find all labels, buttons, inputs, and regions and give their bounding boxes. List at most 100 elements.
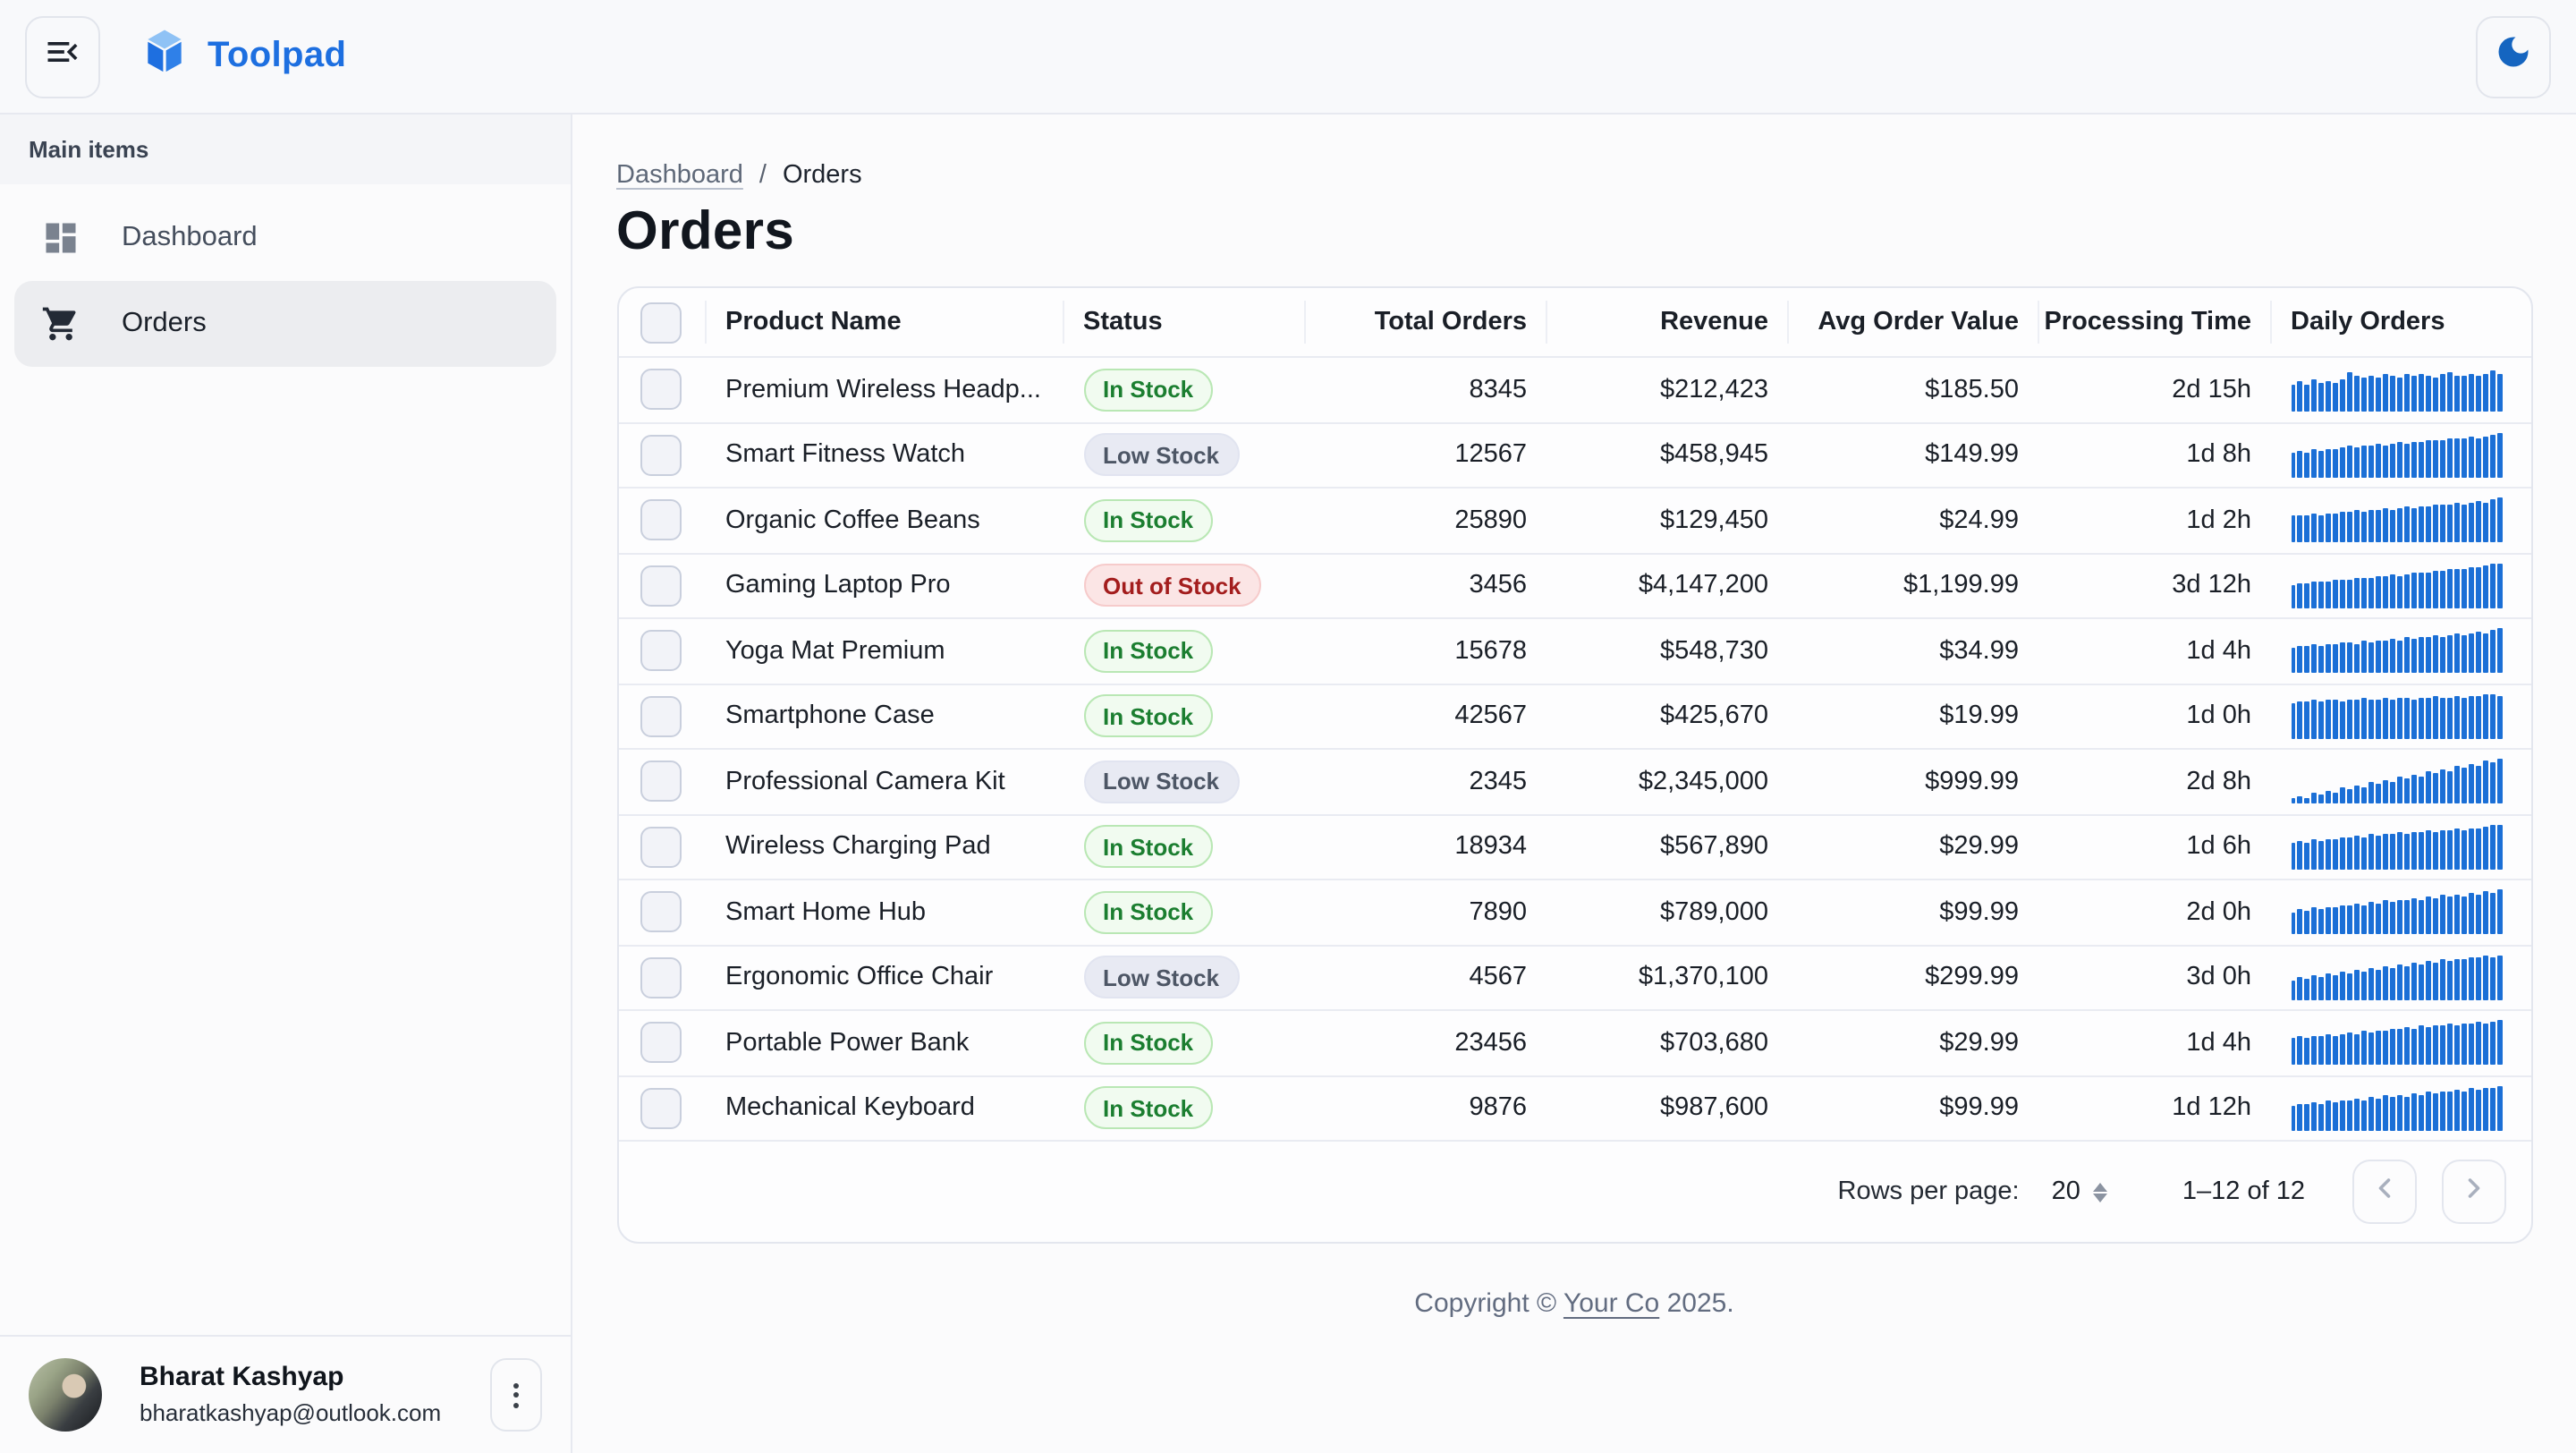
revenue-cell: $212,423 [1545, 376, 1786, 404]
sparkline-bar [2469, 957, 2473, 1000]
sparkline-bar [2319, 582, 2324, 608]
row-checkbox[interactable] [640, 1088, 682, 1129]
table-row[interactable]: Smart Fitness WatchLow Stock12567$458,94… [618, 421, 2530, 487]
table-header-row: Product Name Status Total Orders Revenue… [618, 288, 2530, 356]
table-row[interactable]: Smart Home HubIn Stock7890$789,000$99.99… [618, 879, 2530, 944]
processing-time-cell: 1d 8h [2037, 441, 2269, 470]
sparkline-bar [2490, 1022, 2495, 1066]
table-row[interactable]: Smartphone CaseIn Stock42567$425,670$19.… [618, 683, 2530, 748]
pagination-range: 1–12 of 12 [2182, 1177, 2305, 1206]
brand-home-link[interactable]: Toolpad [140, 27, 346, 86]
table-row[interactable]: Wireless Charging PadIn Stock18934$567,8… [618, 813, 2530, 879]
total-orders-cell: 3456 [1303, 572, 1545, 600]
table-row[interactable]: Professional Camera KitLow Stock2345$2,3… [618, 748, 2530, 813]
sparkline-bar [2326, 839, 2331, 870]
sparkline-bar [2419, 637, 2423, 674]
sparkline-bar [2312, 380, 2317, 412]
sparkline-bar [2291, 648, 2295, 674]
row-checkbox[interactable] [640, 370, 682, 411]
sparkline-bar [2497, 760, 2502, 804]
sparkline-bar [2426, 574, 2430, 608]
sparkline-bar [2440, 1026, 2445, 1066]
sparkline-bar [2348, 581, 2352, 608]
copyright-prefix: Copyright © [1414, 1288, 1563, 1319]
sparkline-bar [2411, 775, 2416, 804]
row-checkbox[interactable] [640, 500, 682, 541]
column-header-total-orders[interactable]: Total Orders [1303, 301, 1545, 344]
row-checkbox[interactable] [640, 827, 682, 868]
sparkline-bar [2447, 771, 2452, 804]
breadcrumb: Dashboard / Orders [616, 161, 2532, 190]
sparkline-bar [2312, 645, 2317, 674]
status-cell: In Stock [1062, 1087, 1303, 1130]
sparkline-bar [2369, 969, 2374, 1000]
sparkline-bar [2341, 512, 2345, 543]
row-checkbox[interactable] [640, 1023, 682, 1064]
table-row[interactable]: Organic Coffee BeansIn Stock25890$129,45… [618, 487, 2530, 552]
collapse-sidebar-button[interactable] [25, 15, 100, 98]
table-row[interactable]: Yoga Mat PremiumIn Stock15678$548,730$34… [618, 617, 2530, 683]
sparkline-bar [2433, 1025, 2437, 1066]
row-checkbox[interactable] [640, 631, 682, 672]
column-header-processing-time[interactable]: Processing Time [2037, 301, 2269, 344]
status-badge: Low Stock [1083, 434, 1239, 477]
column-header-revenue[interactable]: Revenue [1545, 301, 1786, 344]
sparkline-bar [2490, 957, 2495, 1000]
sidebar-item-orders[interactable]: Orders [14, 281, 556, 367]
sparkline-bar [2405, 699, 2410, 739]
sparkline-bar [2476, 502, 2480, 543]
row-checkbox[interactable] [640, 892, 682, 933]
previous-page-button[interactable] [2351, 1160, 2416, 1224]
menu-open-icon [43, 32, 82, 81]
sparkline-bar [2497, 890, 2502, 935]
next-page-button[interactable] [2441, 1160, 2505, 1224]
sparkline-bar [2319, 977, 2324, 1000]
row-checkbox[interactable] [640, 957, 682, 998]
sparkline-bar [2369, 1098, 2374, 1131]
table-row[interactable]: Portable Power BankIn Stock23456$703,680… [618, 1009, 2530, 1075]
row-checkbox-cell [618, 370, 704, 411]
table-row[interactable]: Premium Wireless Headp...In Stock8345$21… [618, 356, 2530, 421]
sparkline-bar [2341, 1100, 2345, 1131]
sparkline-bar [2469, 696, 2473, 739]
select-all-checkbox[interactable] [640, 302, 682, 343]
sparkline-bar [2319, 841, 2324, 870]
sparkline-bar [2298, 978, 2302, 1000]
sparkline-bar [2391, 968, 2395, 1000]
theme-toggle-button[interactable] [2476, 15, 2551, 98]
breadcrumb-dashboard-link[interactable]: Dashboard [616, 161, 743, 190]
company-link[interactable]: Your Co [1563, 1288, 1659, 1319]
sparkline-bar [2391, 1029, 2395, 1066]
processing-time-cell: 2d 8h [2037, 768, 2269, 796]
sidebar-item-dashboard[interactable]: Dashboard [14, 195, 556, 281]
row-checkbox[interactable] [640, 565, 682, 607]
sparkline-bar [2426, 962, 2430, 1000]
row-checkbox[interactable] [640, 761, 682, 803]
row-checkbox[interactable] [640, 696, 682, 737]
sparkline-bar [2326, 513, 2331, 543]
column-header-avg-order-value[interactable]: Avg Order Value [1786, 301, 2037, 344]
table-row[interactable]: Ergonomic Office ChairLow Stock4567$1,37… [618, 944, 2530, 1009]
table-row[interactable]: Gaming Laptop ProOut of Stock3456$4,147,… [618, 552, 2530, 617]
table-row[interactable]: Mechanical KeyboardIn Stock9876$987,600$… [618, 1075, 2530, 1140]
product-name-cell: Mechanical Keyboard [704, 1094, 1062, 1123]
page-title: Orders [616, 199, 2532, 267]
column-header-product-name[interactable]: Product Name [704, 301, 1062, 344]
sparkline-bar [2305, 515, 2309, 543]
user-menu-button[interactable] [490, 1358, 542, 1432]
sparkline-bar [2426, 376, 2430, 412]
row-checkbox[interactable] [640, 435, 682, 476]
sparkline-bar [2483, 374, 2487, 412]
sparkline-bar [2391, 640, 2395, 674]
sparkline-bar [2305, 647, 2309, 674]
column-header-status[interactable]: Status [1062, 301, 1303, 344]
sparkline-bar [2326, 644, 2331, 674]
row-checkbox-cell [618, 827, 704, 868]
revenue-cell: $789,000 [1545, 898, 1786, 927]
sparkline-bar [2469, 828, 2473, 870]
daily-orders-sparkline [2291, 368, 2502, 412]
sparkline-bar [2305, 386, 2309, 412]
rows-per-page-select[interactable]: 20 [2052, 1177, 2107, 1206]
sparkline-bar [2398, 965, 2402, 1000]
column-header-daily-orders[interactable]: Daily Orders [2269, 301, 2532, 344]
